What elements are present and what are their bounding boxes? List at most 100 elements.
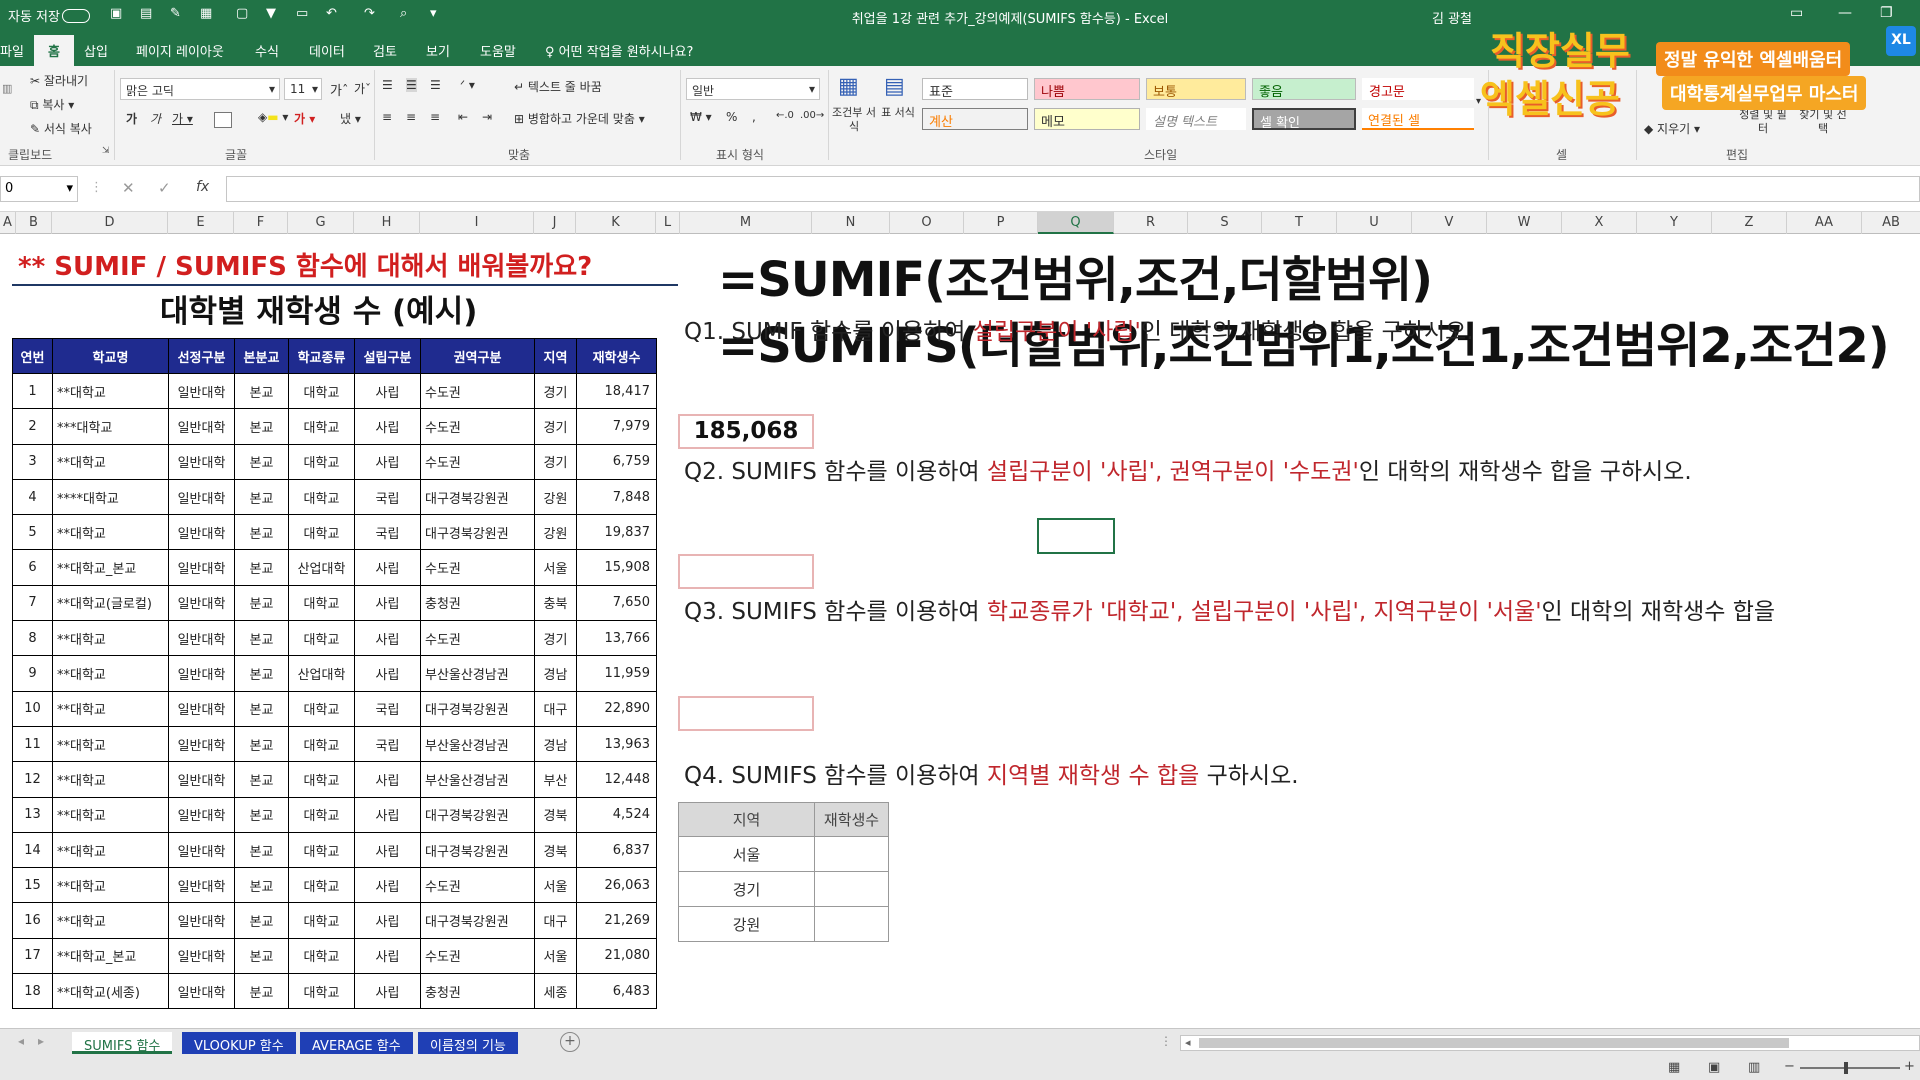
col-header[interactable]: AA: [1787, 212, 1862, 234]
autosave-label[interactable]: 자동 저장: [8, 6, 60, 25]
ribbon-display-icon[interactable]: ▭: [1790, 5, 1803, 21]
table-cell[interactable]: **대학교: [52, 655, 169, 692]
table-cell[interactable]: 10: [12, 690, 53, 727]
table-cell[interactable]: 본교: [234, 443, 289, 480]
table-cell[interactable]: 6,759: [576, 443, 657, 480]
col-header[interactable]: A: [0, 212, 16, 234]
col-header[interactable]: V: [1412, 212, 1487, 234]
table-cell[interactable]: 16: [12, 902, 53, 939]
table-cell[interactable]: 대구경북강원권: [420, 690, 535, 727]
table-cell[interactable]: 서울: [534, 867, 577, 904]
table-cell[interactable]: 대구: [534, 902, 577, 939]
table-icon[interactable]: ▦: [200, 6, 212, 21]
table-cell[interactable]: 경남: [534, 725, 577, 763]
table-cell[interactable]: 사립: [354, 761, 421, 798]
scroll-left-arrow-icon[interactable]: ◂: [1185, 1036, 1191, 1049]
col-header[interactable]: S: [1188, 212, 1262, 234]
table-cell[interactable]: 대학교: [288, 973, 355, 1010]
table-cell[interactable]: 분교: [234, 973, 289, 1010]
conditional-format-button[interactable]: 조건부 서식: [832, 106, 876, 134]
scroll-right-icon[interactable]: ▸: [38, 1034, 44, 1048]
wrap-text-button[interactable]: ↵ 텍스트 줄 바꿈: [514, 78, 602, 95]
table-cell[interactable]: 11,959: [576, 655, 657, 692]
table-cell[interactable]: 일반대학: [168, 408, 235, 445]
col-header[interactable]: D: [52, 212, 168, 234]
redo-icon[interactable]: ↷: [364, 6, 375, 21]
bold-button[interactable]: 가: [126, 110, 137, 127]
table-cell[interactable]: 13,963: [576, 725, 657, 763]
q4-th-students[interactable]: 재학생수: [814, 802, 889, 837]
col-header[interactable]: G: [288, 212, 354, 234]
zoom-icon[interactable]: ⌕: [400, 6, 407, 21]
table-cell[interactable]: 경북: [534, 831, 577, 869]
style-calculation[interactable]: 계산: [922, 108, 1028, 130]
table-cell[interactable]: 대학교: [288, 584, 355, 622]
table-cell[interactable]: 6: [12, 549, 53, 586]
col-header[interactable]: E: [168, 212, 234, 234]
restore-icon[interactable]: ❐: [1880, 5, 1893, 21]
q4-region-cell[interactable]: 경기: [678, 871, 815, 907]
increase-decimal-icon[interactable]: ←.0: [776, 110, 794, 121]
tab-data[interactable]: 데이터: [309, 41, 345, 60]
th-school-kind[interactable]: 학교종류: [288, 338, 355, 374]
table-cell[interactable]: 본교: [234, 902, 289, 939]
orientation-icon[interactable]: ᐟ ▾: [460, 78, 475, 92]
table-cell[interactable]: 국립: [354, 478, 421, 516]
table-cell[interactable]: 대학교: [288, 761, 355, 798]
insert-function-icon[interactable]: fx: [196, 179, 209, 195]
table-cell[interactable]: 국립: [354, 514, 421, 551]
table-cell[interactable]: 사립: [354, 584, 421, 622]
col-header-selected[interactable]: Q: [1038, 212, 1114, 234]
decrease-indent-icon[interactable]: ⇤: [458, 110, 468, 124]
format-painter-icon[interactable]: ✎: [170, 6, 181, 21]
decrease-decimal-icon[interactable]: .00→: [800, 110, 824, 121]
table-cell[interactable]: 14: [12, 831, 53, 869]
table-cell[interactable]: 부산울산경남권: [420, 655, 535, 692]
table-cell[interactable]: 7: [12, 584, 53, 622]
italic-button[interactable]: 가: [150, 110, 161, 127]
col-header[interactable]: U: [1337, 212, 1412, 234]
th-campus[interactable]: 본분교: [234, 338, 289, 374]
col-header[interactable]: N: [812, 212, 890, 234]
style-normal[interactable]: 표준: [922, 78, 1028, 100]
q4-region-cell[interactable]: 강원: [678, 906, 815, 942]
table-format-button[interactable]: 표 서식: [880, 106, 916, 120]
table-cell[interactable]: 일반대학: [168, 372, 235, 410]
style-check-cell[interactable]: 셀 확인: [1252, 108, 1356, 131]
table-cell[interactable]: 일반대학: [168, 867, 235, 904]
table-cell[interactable]: **대학교(세종): [52, 973, 169, 1010]
table-cell[interactable]: 대학교: [288, 725, 355, 763]
phonetic-icon[interactable]: 냈 ▾: [340, 110, 361, 127]
table-cell[interactable]: 수도권: [420, 620, 535, 657]
table-cell[interactable]: 18,417: [576, 372, 657, 410]
table-cell[interactable]: 사립: [354, 408, 421, 445]
table-cell[interactable]: 사립: [354, 620, 421, 657]
number-format-select[interactable]: 일반 ▾: [686, 78, 820, 100]
conditional-format-icon[interactable]: ▦: [838, 74, 859, 99]
zoom-out-icon[interactable]: −: [1784, 1059, 1795, 1074]
table-cell[interactable]: 본교: [234, 937, 289, 975]
table-cell[interactable]: 13: [12, 796, 53, 833]
table-cell[interactable]: 26,063: [576, 867, 657, 904]
shrink-font-icon[interactable]: 가ˇ: [354, 80, 371, 97]
table-cell[interactable]: 대구경북강원권: [420, 478, 535, 516]
align-top-icon[interactable]: ☰: [382, 78, 393, 92]
table-cell[interactable]: 경기: [534, 408, 577, 445]
table-cell[interactable]: 일반대학: [168, 514, 235, 551]
table-cell[interactable]: **대학교: [52, 514, 169, 551]
col-header[interactable]: H: [354, 212, 420, 234]
table-cell[interactable]: 본교: [234, 867, 289, 904]
table-cell[interactable]: 2: [12, 408, 53, 445]
table-cell[interactable]: 산업대학: [288, 655, 355, 692]
cancel-icon[interactable]: ✕: [122, 179, 135, 197]
table-cell[interactable]: 수도권: [420, 937, 535, 975]
table-cell[interactable]: 경남: [534, 655, 577, 692]
table-cell[interactable]: 경북: [534, 796, 577, 833]
col-header[interactable]: AB: [1862, 212, 1920, 234]
col-header[interactable]: W: [1487, 212, 1562, 234]
add-sheet-icon[interactable]: +: [560, 1032, 580, 1052]
save-icon[interactable]: ▣: [110, 6, 122, 21]
user-name[interactable]: 김 광철: [1432, 8, 1472, 27]
zoom-slider-handle[interactable]: [1844, 1062, 1848, 1074]
table-cell[interactable]: 일반대학: [168, 796, 235, 833]
